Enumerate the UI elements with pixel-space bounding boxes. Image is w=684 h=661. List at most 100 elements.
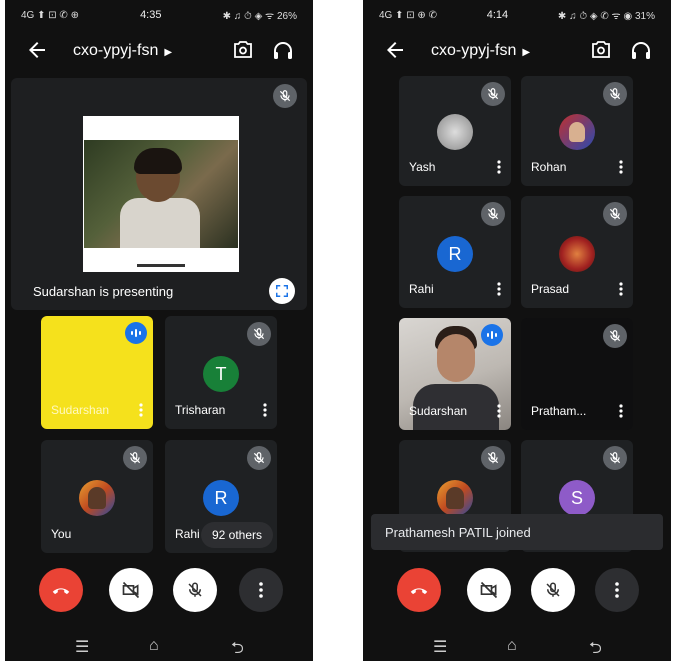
home-icon[interactable]: ⌂ — [507, 637, 517, 655]
video-off-icon — [480, 581, 498, 599]
participant-name: Trisharan — [175, 403, 226, 417]
mic-off-icon — [247, 446, 271, 470]
participant-name: You — [51, 527, 72, 541]
more-vertical-icon — [259, 582, 263, 598]
more-options-icon[interactable] — [497, 282, 501, 296]
participant-tile-pratham[interactable]: Pratham... — [521, 318, 633, 430]
participant-name: Sudarshan — [409, 404, 468, 418]
avatar-photo — [79, 480, 115, 516]
back-nav-icon[interactable]: ⮌ — [589, 637, 602, 661]
mic-off-icon — [546, 582, 560, 597]
system-nav-bar: ☰ ⌂ ⮌ — [363, 631, 671, 661]
chevron-right-icon: ▶ — [522, 47, 531, 58]
home-icon[interactable]: ⌂ — [149, 637, 159, 655]
end-call-button[interactable] — [39, 568, 83, 612]
participant-tile-yash[interactable]: Yash — [399, 76, 511, 186]
child-hair — [134, 148, 182, 174]
meeting-code-title[interactable]: cxo-ypyj-fsn ▶ — [431, 42, 530, 60]
menu-icon[interactable]: ☰ — [75, 637, 89, 657]
more-options-icon[interactable] — [497, 404, 501, 418]
camera-toggle-button[interactable] — [109, 568, 153, 612]
more-options-button[interactable] — [595, 568, 639, 612]
speaking-indicator-icon — [125, 322, 147, 344]
avatar-photo — [437, 114, 473, 150]
others-count-badge[interactable]: 92 others — [201, 522, 273, 548]
more-options-icon[interactable] — [619, 282, 623, 296]
hang-up-icon — [410, 588, 428, 595]
back-arrow-icon[interactable] — [383, 38, 407, 62]
mic-off-icon — [188, 582, 202, 597]
mic-off-icon — [273, 84, 297, 108]
left-phone-screen: 4G ⬆ ⊡ ✆ ⊕ 4:35 ✱ ♫ ⏱ ◈ ᯤ 26% cxo-ypyj-f… — [5, 0, 313, 661]
participant-tile-rohan[interactable]: Rohan — [521, 76, 633, 186]
meeting-code: cxo-ypyj-fsn — [431, 42, 517, 59]
participant-tile-sudarshan[interactable]: Sudarshan — [399, 318, 511, 430]
meeting-code-title[interactable]: cxo-ypyj-fsn ▶ — [73, 42, 172, 60]
video-face — [437, 334, 475, 382]
participant-tile-rahi[interactable]: R Rahi 92 others — [165, 440, 277, 553]
back-arrow-icon[interactable] — [25, 38, 49, 62]
more-options-button[interactable] — [239, 568, 283, 612]
avatar: R — [203, 480, 239, 516]
join-notification-toast: Prathamesh PATIL joined — [371, 514, 663, 550]
right-phone-screen: 4G ⬆ ⊡ ⊕ ✆ 4:14 ✱ ♫ ⏱ ◈ ✆ ᯤ ◉ 31% cxo-yp… — [363, 0, 671, 661]
mic-toggle-button[interactable] — [531, 568, 575, 612]
status-bar: 4G ⬆ ⊡ ✆ ⊕ 4:35 ✱ ♫ ⏱ ◈ ᯤ 26% — [5, 0, 313, 30]
presentation-tile[interactable]: Sudarshan is presenting — [11, 78, 307, 310]
status-left-icons: 4G ⬆ ⊡ ✆ ⊕ — [21, 9, 79, 21]
fullscreen-icon — [276, 285, 288, 297]
status-time: 4:14 — [486, 9, 509, 21]
mic-off-icon — [603, 446, 627, 470]
switch-camera-icon[interactable] — [231, 38, 255, 62]
participant-name: Sudarshan — [51, 403, 110, 417]
video-off-icon — [122, 581, 140, 599]
status-right-icons: ✱ ♫ ⏱ ◈ ᯤ 26% — [222, 11, 297, 22]
mic-off-icon — [247, 322, 271, 346]
end-call-button[interactable] — [397, 568, 441, 612]
headphones-icon[interactable] — [271, 38, 295, 62]
more-options-icon[interactable] — [139, 403, 143, 417]
participant-tile-sudarshan[interactable]: Sudarshan — [41, 316, 153, 429]
back-nav-icon[interactable]: ⮌ — [231, 637, 244, 661]
participant-name: Rahi — [409, 282, 434, 296]
shared-photo — [84, 140, 238, 248]
participant-tile-rahi[interactable]: R Rahi — [399, 196, 511, 308]
switch-camera-icon[interactable] — [589, 38, 613, 62]
child-figure — [120, 198, 200, 248]
more-options-icon[interactable] — [263, 403, 267, 417]
speaking-indicator-icon — [481, 324, 503, 346]
avatar-photo — [559, 114, 595, 150]
participant-tile-you[interactable]: You — [41, 440, 153, 553]
avatar-photo — [559, 236, 595, 272]
participant-name: Rohan — [531, 160, 567, 174]
avatar: R — [437, 236, 473, 272]
avatar: T — [203, 356, 239, 392]
headphones-icon[interactable] — [629, 38, 653, 62]
more-options-icon[interactable] — [619, 160, 623, 174]
more-options-icon[interactable] — [497, 160, 501, 174]
camera-toggle-button[interactable] — [467, 568, 511, 612]
participant-name: Prasad — [531, 282, 570, 296]
system-nav-bar: ☰ ⌂ ⮌ — [5, 631, 313, 661]
shared-screen-image — [83, 116, 239, 272]
call-controls — [363, 568, 671, 614]
participant-name: Yash — [409, 160, 436, 174]
mic-toggle-button[interactable] — [173, 568, 217, 612]
mic-off-icon — [481, 82, 505, 106]
meeting-code: cxo-ypyj-fsn — [73, 42, 159, 59]
more-options-icon[interactable] — [619, 404, 623, 418]
status-bar: 4G ⬆ ⊡ ⊕ ✆ 4:14 ✱ ♫ ⏱ ◈ ✆ ᯤ ◉ 31% — [363, 0, 671, 30]
participant-name: Pratham... — [531, 404, 587, 418]
mic-off-icon — [481, 202, 505, 226]
fullscreen-button[interactable] — [269, 278, 295, 304]
avatar-photo — [437, 480, 473, 516]
status-time: 4:35 — [140, 9, 162, 21]
chevron-right-icon: ▶ — [164, 47, 173, 58]
hang-up-icon — [52, 588, 70, 595]
mic-off-icon — [603, 82, 627, 106]
avatar: S — [559, 480, 595, 516]
more-vertical-icon — [615, 582, 619, 598]
menu-icon[interactable]: ☰ — [433, 637, 447, 657]
participant-tile-trisharan[interactable]: T Trisharan — [165, 316, 277, 429]
participant-tile-prasad[interactable]: Prasad — [521, 196, 633, 308]
